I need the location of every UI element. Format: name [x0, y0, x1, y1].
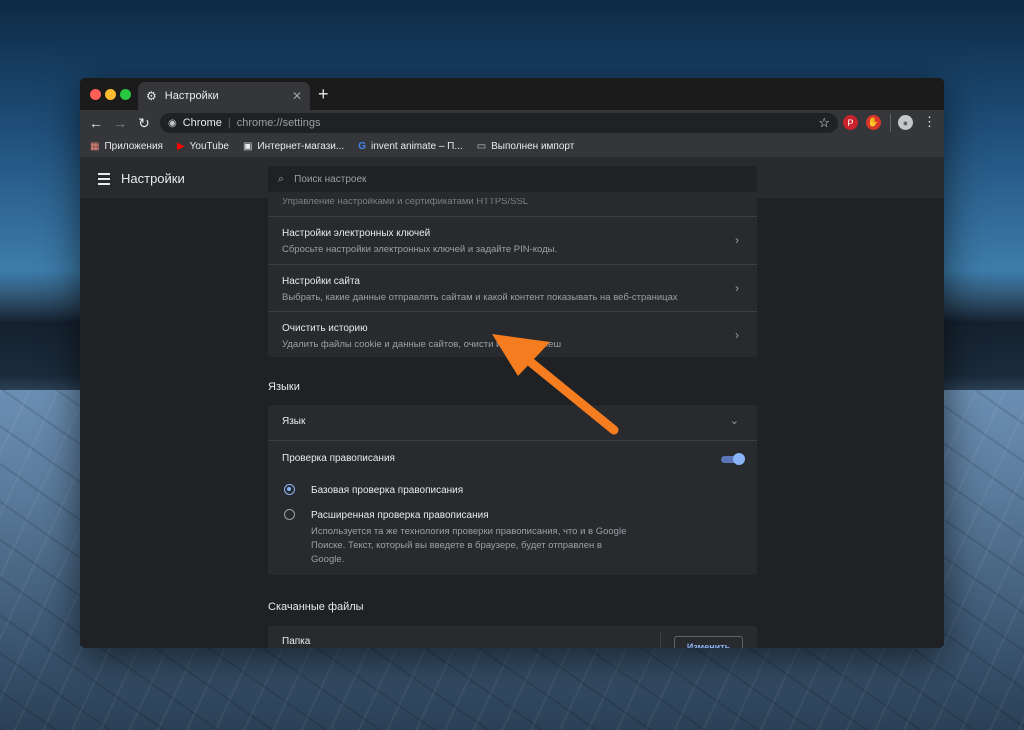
- search-settings-input[interactable]: ⌕ Поиск настроек: [268, 166, 757, 192]
- bookmark-youtube[interactable]: ▶ YouTube: [177, 141, 229, 152]
- languages-section-title: Языки: [268, 381, 300, 393]
- spellcheck-toggle[interactable]: [721, 453, 745, 465]
- bookmark-label: YouTube: [189, 141, 229, 152]
- chevron-down-icon: ⌄: [729, 415, 739, 427]
- enhanced-desc-line-1: Используется та же технология проверки п…: [311, 526, 627, 537]
- downloads-card: Папка Изменить: [268, 626, 757, 648]
- close-window-button[interactable]: [90, 89, 101, 100]
- profile-avatar-icon[interactable]: ●: [898, 115, 913, 130]
- url-text: chrome://settings: [236, 117, 321, 129]
- basic-spellcheck-label: Базовая проверка правописания: [311, 485, 464, 496]
- arrow-shaft: [523, 355, 619, 435]
- address-bar[interactable]: ◉ Chrome | chrome://settings ☆: [160, 113, 838, 133]
- spellcheck-options: Базовая проверка правописания Расширенна…: [268, 476, 757, 575]
- browser-toolbar: ← → ↻ ◉ Chrome | chrome://settings ☆ P ✋…: [80, 110, 944, 136]
- back-button[interactable]: ←: [84, 115, 108, 131]
- search-icon: ⌕: [278, 172, 285, 185]
- enhanced-spellcheck-radio[interactable]: [284, 509, 295, 520]
- basic-spellcheck-radio[interactable]: [284, 484, 295, 495]
- enhanced-desc-line-3: Google.: [311, 554, 345, 565]
- enhanced-spellcheck-label: Расширенная проверка правописания: [311, 510, 489, 521]
- site-settings-row[interactable]: Настройки сайта Выбрать, какие данные от…: [268, 264, 757, 311]
- settings-title: Настройки: [121, 171, 185, 186]
- zoom-window-button[interactable]: [120, 89, 131, 100]
- bookmark-imported-folder[interactable]: ▭ Выполнен импорт: [477, 141, 575, 152]
- gear-icon: ⚙: [146, 89, 157, 103]
- downloads-section-title: Скачанные файлы: [268, 601, 364, 613]
- shop-icon: ▣: [242, 141, 253, 152]
- bookmark-google[interactable]: G invent animate – П...: [358, 141, 462, 152]
- downloads-divider: [660, 632, 661, 648]
- minimize-window-button[interactable]: [105, 89, 116, 100]
- search-placeholder: Поиск настроек: [294, 173, 367, 185]
- bookmarks-bar: ▦ Приложения ▶ YouTube ▣ Интернет-магази…: [80, 136, 944, 158]
- tab-title: Настройки: [164, 90, 219, 102]
- reload-button[interactable]: ↻: [132, 115, 156, 132]
- enhanced-desc-line-2: Поиске. Текст, который вы введете в брау…: [311, 540, 602, 551]
- bookmark-label: Приложения: [104, 141, 163, 152]
- spellcheck-row[interactable]: Проверка правописания: [268, 440, 757, 476]
- chevron-right-icon: ›: [735, 233, 739, 247]
- bookmark-star-icon[interactable]: ☆: [818, 115, 830, 131]
- hamburger-menu-icon[interactable]: [98, 173, 110, 188]
- download-folder-label: Папка: [282, 636, 311, 647]
- folder-icon: ▭: [476, 141, 487, 152]
- annotation-arrow: [492, 334, 619, 435]
- change-folder-button[interactable]: Изменить: [674, 636, 743, 648]
- https-ssl-row[interactable]: Управление настройками и сертификатами H…: [268, 198, 757, 217]
- bookmark-label: invent animate – П...: [371, 141, 463, 152]
- forward-button[interactable]: →: [108, 115, 132, 131]
- address-separator: |: [227, 117, 231, 129]
- row-subtitle: Выбрать, какие данные отправлять сайтам …: [282, 292, 678, 303]
- site-name: Chrome: [182, 117, 222, 129]
- youtube-icon: ▶: [176, 141, 185, 152]
- chevron-right-icon: ›: [735, 281, 739, 295]
- tab-strip: ⚙ Настройки ✕ +: [80, 78, 944, 110]
- toggle-knob: [733, 453, 745, 465]
- row-subtitle: Сбросьте настройки электронных ключей и …: [282, 244, 558, 255]
- tab-close-icon[interactable]: ✕: [292, 89, 302, 103]
- security-keys-row[interactable]: Настройки электронных ключей Сбросьте на…: [268, 217, 757, 264]
- new-tab-button[interactable]: +: [318, 84, 329, 105]
- chrome-logo-icon: ◉: [168, 117, 177, 129]
- pinterest-extension-icon[interactable]: P: [843, 115, 858, 130]
- chevron-right-icon: ›: [735, 328, 739, 342]
- chrome-menu-button[interactable]: ⋮: [923, 114, 936, 130]
- row-title: Настройки сайта: [282, 276, 360, 287]
- apps-grid-icon: ▦: [90, 141, 100, 152]
- google-icon: G: [358, 141, 366, 152]
- toolbar-divider: [890, 114, 891, 132]
- bookmark-shop[interactable]: ▣ Интернет-магази...: [243, 141, 344, 152]
- row-title: Настройки электронных ключей: [282, 228, 431, 239]
- https-ssl-text: Управление настройками и сертификатами H…: [282, 198, 529, 207]
- settings-header: Настройки ⌕ Поиск настроек: [80, 158, 944, 200]
- tab-settings[interactable]: ⚙ Настройки ✕: [138, 82, 310, 110]
- adblock-extension-icon[interactable]: ✋: [866, 115, 881, 130]
- bookmark-label: Выполнен импорт: [491, 141, 575, 152]
- bookmark-apps[interactable]: ▦ Приложения: [90, 141, 163, 152]
- bookmark-label: Интернет-магази...: [257, 141, 345, 152]
- spellcheck-label: Проверка правописания: [282, 453, 395, 464]
